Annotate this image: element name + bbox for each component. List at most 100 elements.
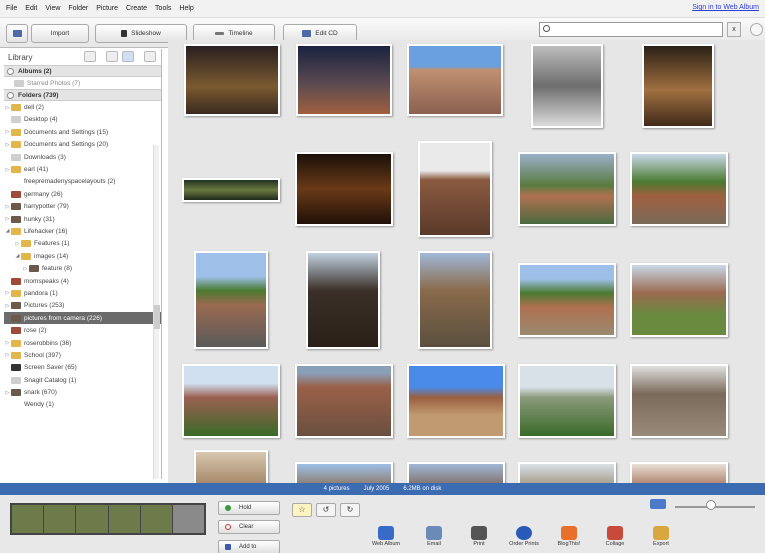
folder-item[interactable]: ▷ Pictures (253) (4, 300, 161, 312)
import-button[interactable]: Import (31, 24, 89, 43)
scrollbar-thumb[interactable] (154, 305, 160, 329)
add-to-button[interactable]: Add to (218, 540, 280, 553)
folder-item[interactable]: rose (2) (4, 324, 161, 336)
folder-item[interactable]: momspeaks (4) (4, 275, 161, 287)
menu-edit[interactable]: Edit (25, 5, 37, 12)
export-button[interactable]: Export (645, 526, 677, 552)
menu-help[interactable]: Help (179, 5, 193, 12)
menu-view[interactable]: View (45, 5, 60, 12)
photo-thumbnail[interactable] (642, 44, 714, 128)
albums-section[interactable]: Albums (2) (4, 65, 161, 77)
photo-thumbnail[interactable] (182, 178, 280, 202)
folder-item[interactable]: ▷ earl (41) (4, 163, 161, 175)
sidebar-scrollbar[interactable] (153, 145, 160, 479)
tray-filmstrip[interactable] (10, 503, 206, 535)
tray-thumbnail[interactable] (76, 505, 108, 533)
folder-item[interactable]: freepremadenyspacelayouts (2) (4, 176, 161, 188)
photo-thumbnail[interactable] (182, 364, 280, 438)
web-album-button[interactable]: Web Album (370, 526, 402, 552)
folder-item[interactable]: Wendy (1) (4, 399, 161, 411)
list-view-icon[interactable] (106, 51, 118, 62)
folder-item-selected[interactable]: ▷ pictures from camera (226) (4, 312, 161, 325)
collage-button[interactable]: Collage (599, 526, 631, 552)
menu-file[interactable]: File (6, 5, 17, 12)
folder-item[interactable]: ▷ harrypotter (79) (4, 201, 161, 213)
photo-thumbnail[interactable] (630, 462, 728, 483)
photo-thumbnail[interactable] (194, 450, 268, 483)
photo-thumbnail[interactable] (518, 263, 616, 337)
tray-thumbnail[interactable] (172, 505, 205, 533)
folder-item[interactable]: ◢ images (14) (4, 250, 161, 262)
photo-thumbnail[interactable] (630, 152, 728, 226)
tray-thumbnail[interactable] (140, 505, 172, 533)
tray-thumbnail[interactable] (108, 505, 140, 533)
folder-item[interactable]: Snagit Catalog (1) (4, 374, 161, 386)
tray-thumbnail[interactable] (44, 505, 76, 533)
folder-item[interactable]: Downloads (3) (4, 151, 161, 163)
folder-item[interactable]: germany (26) (4, 188, 161, 200)
folder-item[interactable]: ◢ Lifehacker (16) (4, 225, 161, 237)
photo-thumbnail[interactable] (407, 462, 505, 483)
photo-thumbnail[interactable] (518, 364, 616, 438)
photo-thumbnail[interactable] (531, 44, 603, 128)
folder-item[interactable]: ▷ dell (2) (4, 101, 161, 113)
photo-thumbnail[interactable] (295, 462, 393, 483)
timeline-icon (215, 32, 225, 35)
folder-item[interactable]: ▷ snark (670) (4, 386, 161, 398)
folder-item[interactable]: ▷ School (397) (4, 349, 161, 361)
camera-icon (12, 30, 22, 37)
camera-import-icon-button[interactable] (6, 24, 28, 43)
menu-folder[interactable]: Folder (68, 5, 88, 12)
folder-item[interactable]: ▷ Features (1) (4, 238, 161, 250)
star-button[interactable]: ☆ (292, 503, 312, 517)
options-round-button[interactable] (750, 23, 763, 36)
menu-tools[interactable]: Tools (155, 5, 171, 12)
tree-view-icon[interactable] (122, 51, 134, 62)
photo-thumbnail[interactable] (518, 462, 616, 483)
menu-picture[interactable]: Picture (96, 5, 118, 12)
dropdown-icon[interactable] (144, 51, 156, 62)
photo-thumbnail[interactable] (418, 141, 492, 237)
photo-thumbnail[interactable] (630, 364, 728, 438)
order-prints-button[interactable]: Order Prints (508, 526, 540, 552)
folder-item[interactable]: Screen Saver (65) (4, 362, 161, 374)
photo-thumbnail[interactable] (630, 263, 728, 337)
photo-thumbnail[interactable] (295, 364, 393, 438)
photo-folder-icon (29, 265, 39, 273)
folder-item[interactable]: ▷ roserobbins (36) (4, 337, 161, 349)
photo-thumbnail[interactable] (296, 44, 392, 116)
folder-item[interactable]: ▷ Documents and Settings (15) (4, 126, 161, 138)
folder-item[interactable]: ▷ hunky (31) (4, 213, 161, 225)
folders-section[interactable]: Folders (739) (4, 89, 161, 102)
photo-thumbnail[interactable] (407, 44, 503, 116)
hold-button[interactable]: Hold (218, 501, 280, 515)
photo-thumbnail[interactable] (407, 364, 505, 438)
print-button[interactable]: Print (463, 526, 495, 552)
photo-thumbnail[interactable] (418, 251, 492, 349)
rotate-left-button[interactable]: ↺ (316, 503, 336, 517)
photo-thumbnail[interactable] (184, 44, 280, 116)
menu-create[interactable]: Create (126, 5, 147, 12)
clear-search-button[interactable]: x (727, 22, 741, 37)
photo-thumbnail[interactable] (518, 152, 616, 226)
photo-thumbnail[interactable] (295, 152, 393, 226)
photo-thumbnail[interactable] (306, 251, 380, 349)
blogthis-button[interactable]: BlogThis! (553, 526, 585, 552)
zoom-slider-handle[interactable] (706, 500, 716, 510)
starred-photos-album[interactable]: Starred Photos (7) (4, 77, 161, 89)
rotate-right-button[interactable]: ↻ (340, 503, 360, 517)
sign-in-link[interactable]: Sign in to Web Album (692, 4, 759, 11)
add-folder-icon[interactable] (84, 51, 96, 62)
collage-icon (607, 526, 623, 540)
disc-icon (302, 30, 312, 37)
clear-button[interactable]: Clear (218, 520, 280, 534)
folder-item[interactable]: Desktop (4) (4, 114, 161, 126)
folder-item[interactable]: ▷ Documents and Settings (20) (4, 139, 161, 151)
photo-thumbnail[interactable] (194, 251, 268, 349)
folder-item[interactable]: ▷ feature (8) (4, 262, 161, 274)
email-button[interactable]: Email (418, 526, 450, 552)
folder-item[interactable]: ▷ pandora (1) (4, 287, 161, 299)
tray-thumbnail[interactable] (12, 505, 44, 533)
collapse-icon (7, 92, 14, 100)
search-input[interactable] (539, 22, 723, 37)
